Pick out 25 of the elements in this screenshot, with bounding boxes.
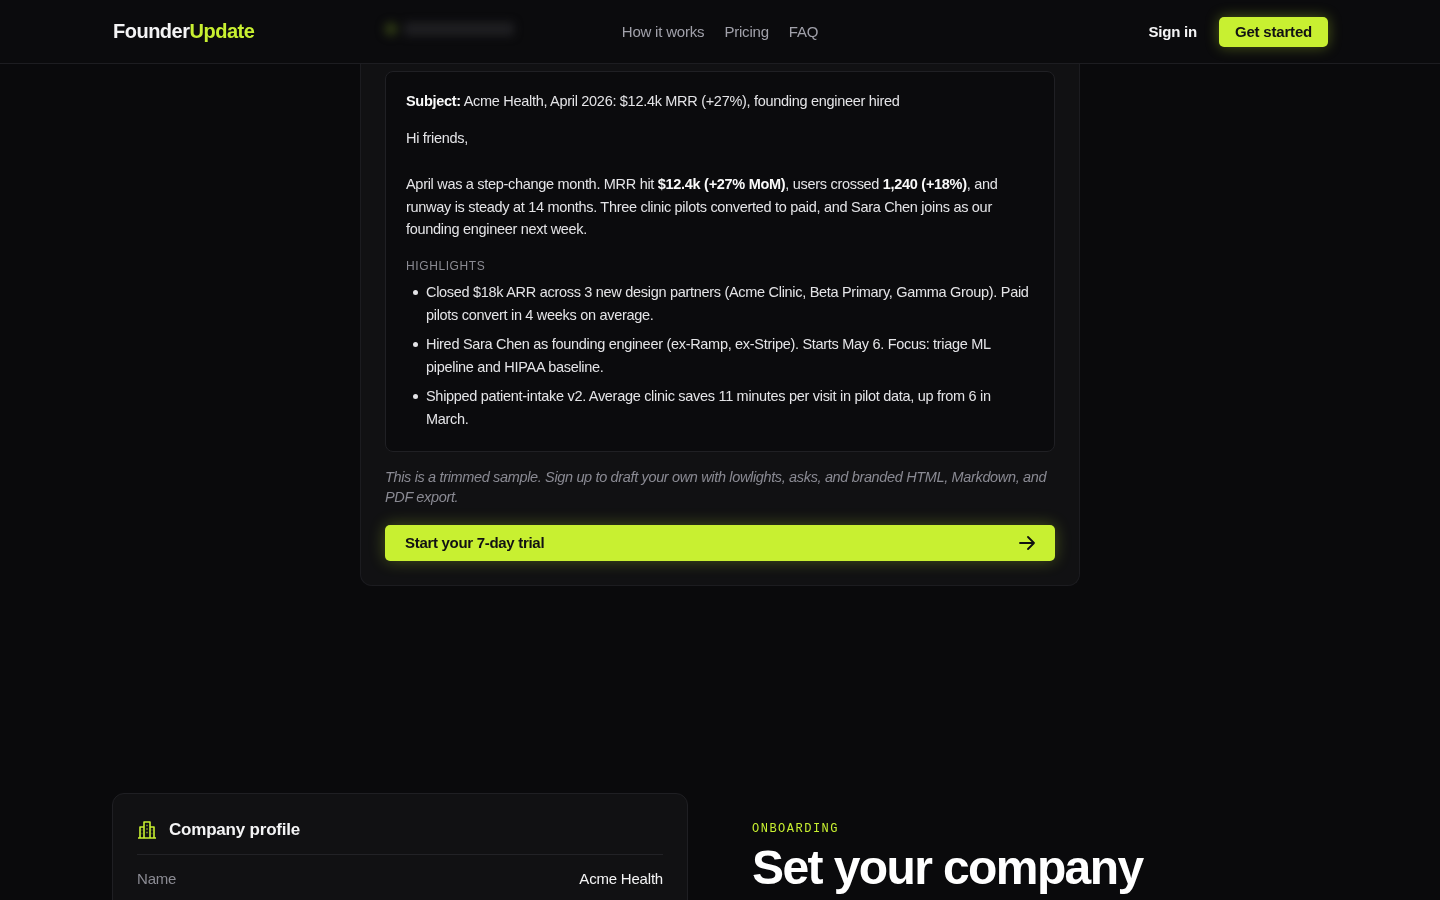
email-subject: Subject: Acme Health, April 2026: $12.4k MRR (+27%), founding engineer hired: [406, 92, 901, 111]
highlight-text: Shipped patient-intake v2. Average clinic saves 11 minutes per visit in pilot data, up from 6 in March.: [426, 386, 992, 429]
field-label: Name: [137, 868, 177, 889]
nav-link[interactable]: How it works: [621, 23, 705, 40]
arrow-right-icon: [1019, 535, 1035, 550]
bullet-icon: [413, 341, 418, 347]
email-paragraph: April was a step-change month. MRR hit $12.4k (+27% MoM), users crossed 1,240 (+18%), and runway is steady at 14 months. Three clinic pilots converted to paid, and Sara Chen joins as our founding engineer next week.: [406, 175, 999, 239]
building-icon: [137, 820, 157, 839]
brand-logo[interactable]: FounderUpdate: [113, 20, 255, 43]
sign-in-link[interactable]: Sign in: [1148, 23, 1197, 40]
card-title: Company profile: [169, 819, 301, 840]
bullet-icon: [413, 289, 418, 295]
section-heading: Set your company: [752, 842, 1145, 893]
section-label: HIGHLIGHTS: [406, 257, 487, 274]
field-value: Acme Health: [579, 868, 663, 889]
nav-link[interactable]: FAQ: [788, 23, 819, 40]
section-eyebrow: ONBOARDING: [752, 820, 840, 837]
email-greeting: Hi friends,: [406, 129, 469, 148]
bullet-icon: [413, 393, 418, 399]
highlight-text: Closed $18k ARR across 3 new design partners (Acme Clinic, Beta Primary, Gamma Group). Paid pilots convert in 4 weeks on average.: [426, 282, 1030, 325]
get-started-button[interactable]: Get started: [1219, 16, 1328, 47]
start-trial-button[interactable]: Start your 7-day trial: [385, 524, 1055, 561]
sample-note: This is a trimmed sample. Sign up to draft your own with lowlights, asks, and branded HTML, Markdown, and PDF export.: [385, 467, 1048, 507]
nav-link[interactable]: Pricing: [724, 23, 769, 40]
highlight-text: Hired Sara Chen as founding engineer (ex-Ramp, ex-Stripe). Starts May 6. Focus: triage ML pipeline and HIPAA baseline.: [426, 334, 992, 377]
